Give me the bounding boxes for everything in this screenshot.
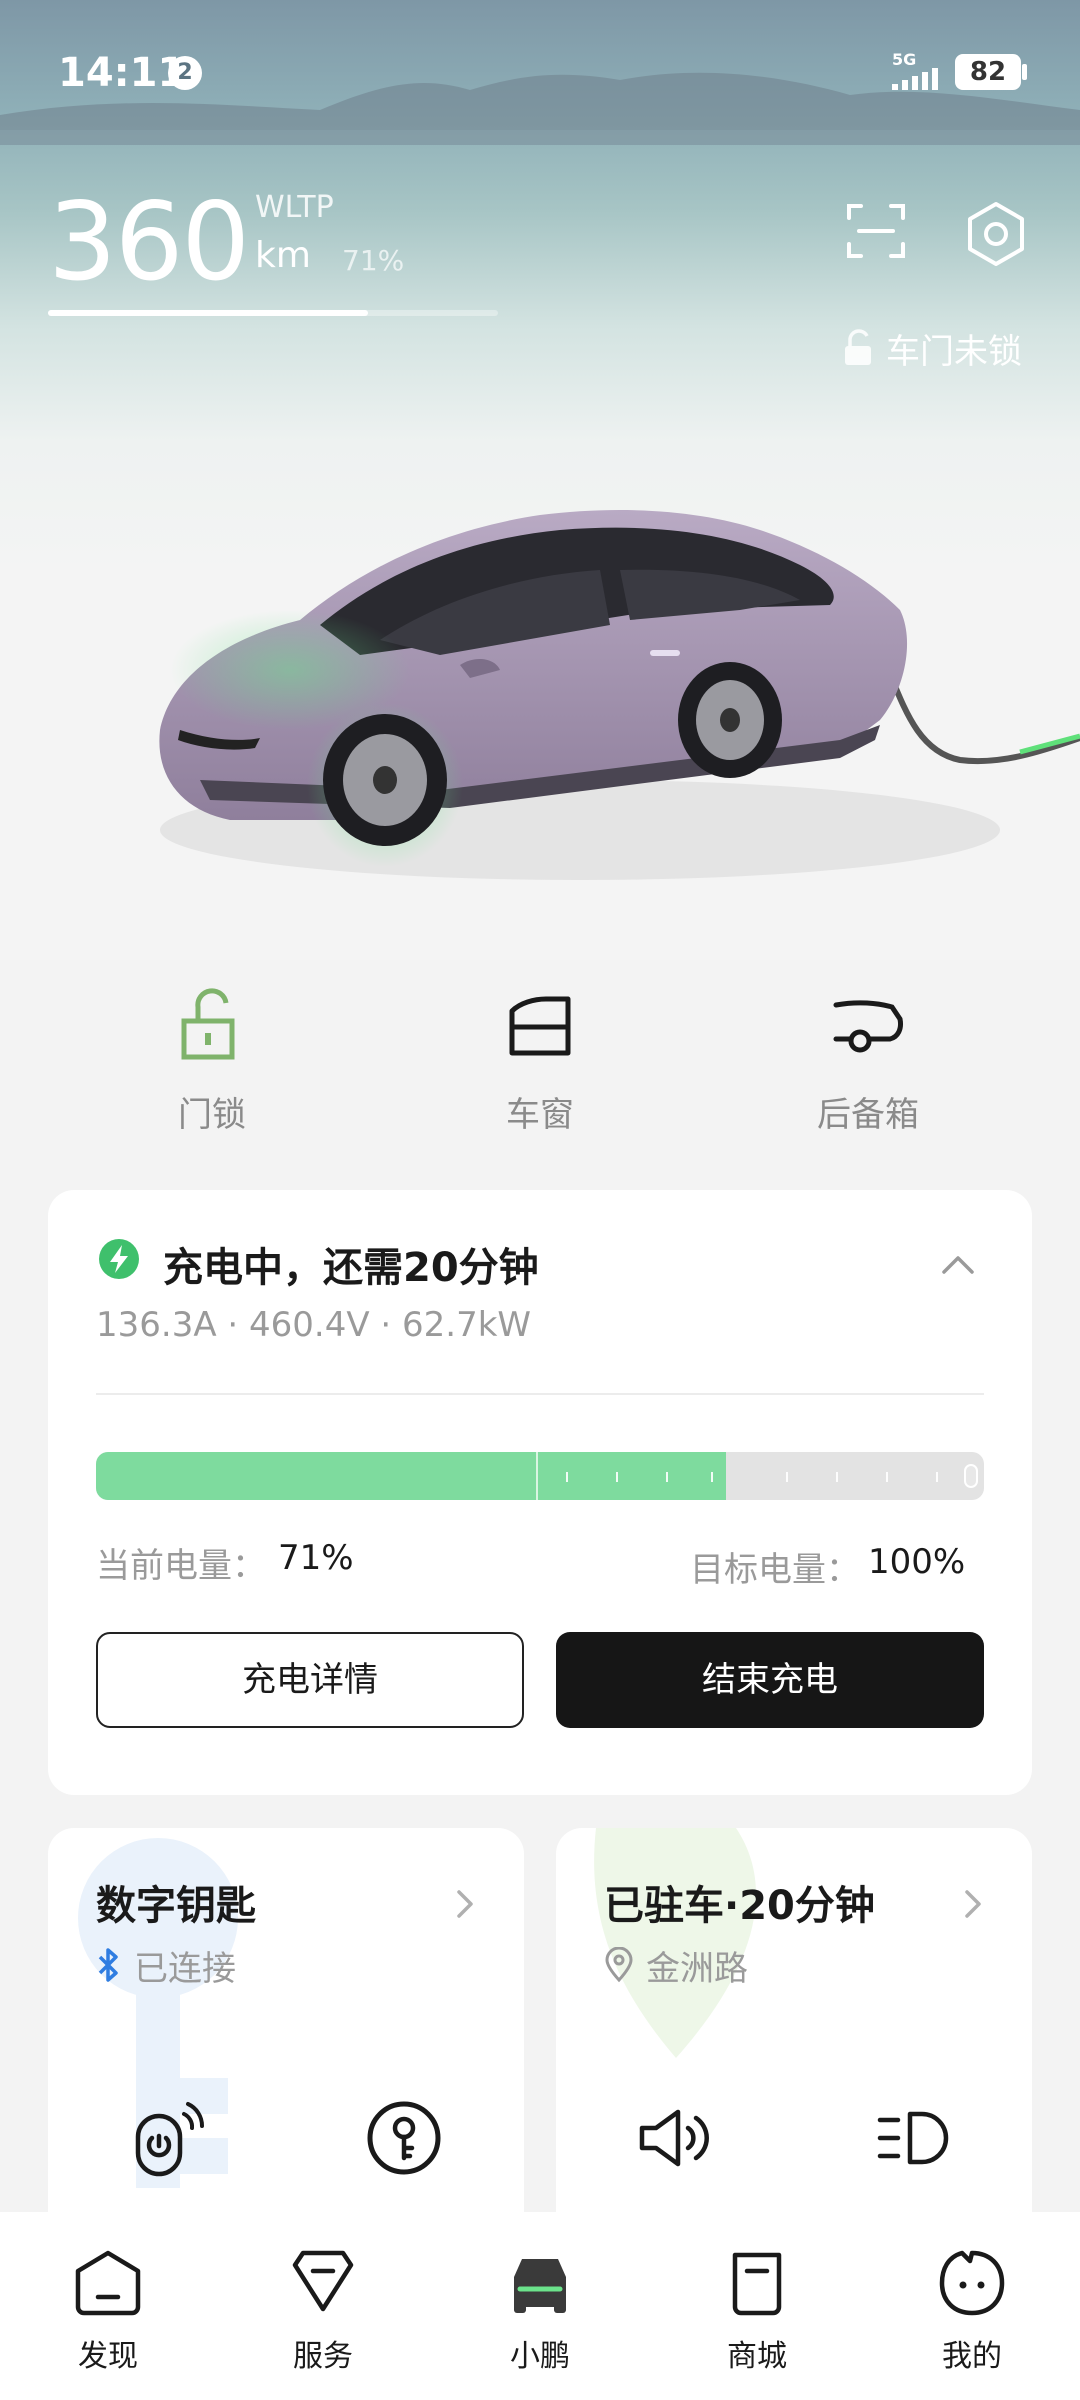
digital-key-status: 已连接 xyxy=(96,1943,236,1989)
nav-mall[interactable]: 商城 xyxy=(692,2247,822,2375)
range-percent: 71% xyxy=(342,244,405,277)
parking-card[interactable]: 已驻车·20分钟 金洲路 xyxy=(556,1828,1032,2268)
door-lock-control[interactable]: 门锁 xyxy=(112,985,312,1136)
card-divider xyxy=(96,1393,984,1395)
target-level-label: 目标电量： xyxy=(690,1550,860,1590)
trunk-icon xyxy=(833,1000,903,1053)
digital-key-title: 数字钥匙 xyxy=(96,1883,256,1929)
battery-indicator: 82 xyxy=(955,54,1021,90)
chevron-up-icon[interactable] xyxy=(938,1250,978,1280)
range-unit: km xyxy=(255,235,311,276)
location-pin-icon xyxy=(605,1947,633,1983)
parking-location: 金洲路 xyxy=(604,1943,748,1989)
bar-tick xyxy=(886,1472,888,1482)
parking-location-text: 金洲路 xyxy=(646,1948,748,1989)
door-status-text: 车门未锁 xyxy=(886,331,1022,372)
horn-speaker-icon[interactable] xyxy=(634,2098,714,2178)
door-lock-label: 门锁 xyxy=(178,1095,246,1135)
charge-marker xyxy=(536,1452,538,1500)
headlight-icon[interactable] xyxy=(872,2098,952,2178)
nav-xpeng[interactable]: 小鹏 xyxy=(475,2247,605,2375)
nav-service[interactable]: 服务 xyxy=(258,2247,388,2375)
network-type: 5G xyxy=(892,50,917,69)
bar-tick xyxy=(786,1472,788,1482)
trunk-label: 后备箱 xyxy=(817,1095,919,1135)
chevron-right-icon xyxy=(457,1890,473,1918)
nav-profile[interactable]: 我的 xyxy=(907,2247,1037,2375)
service-icon xyxy=(292,2250,354,2312)
vehicle-image xyxy=(159,510,1080,880)
parking-title: 已驻车·20分钟 xyxy=(604,1883,875,1929)
unlock-icon xyxy=(181,988,235,1060)
nav-mall-label: 商城 xyxy=(727,2339,787,2374)
unlock-small-icon xyxy=(845,329,871,365)
digital-key-card[interactable]: 数字钥匙 已连接 xyxy=(48,1828,524,2268)
chevron-right-icon xyxy=(965,1890,981,1918)
charging-metrics: 136.3A · 460.4V · 62.7kW xyxy=(96,1305,532,1345)
window-control[interactable]: 车窗 xyxy=(440,985,640,1136)
charge-level-bar[interactable] xyxy=(96,1452,984,1500)
bar-tick xyxy=(836,1472,838,1482)
signal-icon xyxy=(892,68,938,90)
range-standard: WLTP xyxy=(255,190,334,225)
bar-tick xyxy=(711,1472,713,1482)
mall-icon xyxy=(732,2252,782,2316)
remote-start-icon[interactable] xyxy=(128,2098,208,2178)
battery-tip xyxy=(1022,64,1027,80)
trunk-control[interactable]: 后备箱 xyxy=(768,985,968,1136)
bar-tick xyxy=(936,1472,938,1482)
status-time: 14:11 xyxy=(58,50,186,96)
bottom-navigation: 发现 服务 小鹏 商城 我的 xyxy=(0,2212,1080,2400)
window-label: 车窗 xyxy=(506,1095,574,1135)
settings-icon[interactable] xyxy=(962,200,1030,268)
bar-tick xyxy=(566,1472,568,1482)
nav-discover-label: 发现 xyxy=(78,2339,138,2374)
notification-badge: 2 xyxy=(168,56,202,90)
door-status[interactable]: 车门未锁 xyxy=(842,326,1022,372)
current-level-label: 当前电量： xyxy=(96,1546,266,1586)
current-level-value: 71% xyxy=(278,1538,354,1578)
bar-tick xyxy=(666,1472,668,1482)
nav-xpeng-label: 小鹏 xyxy=(510,2339,570,2374)
range-progress-fill xyxy=(48,310,368,316)
charge-level-fill xyxy=(96,1452,727,1500)
charging-title: 充电中，还需20分钟 xyxy=(163,1245,539,1291)
charge-details-button[interactable]: 充电详情 xyxy=(96,1632,524,1728)
digital-key-status-text: 已连接 xyxy=(134,1948,236,1989)
range-progress xyxy=(48,310,498,316)
key-icon[interactable] xyxy=(364,2098,444,2178)
discover-icon xyxy=(75,2250,141,2316)
bluetooth-icon xyxy=(98,1948,118,1982)
nav-profile-label: 我的 xyxy=(942,2339,1002,2374)
scan-icon[interactable] xyxy=(845,200,907,262)
stop-charging-button[interactable]: 结束充电 xyxy=(556,1632,984,1728)
profile-icon xyxy=(939,2250,1005,2316)
nav-service-label: 服务 xyxy=(293,2339,353,2374)
charging-card: 充电中，还需20分钟 136.3A · 460.4V · 62.7kW 当前电量… xyxy=(48,1190,1032,1795)
target-handle[interactable] xyxy=(964,1464,978,1488)
car-icon xyxy=(514,2259,566,2313)
nav-discover[interactable]: 发现 xyxy=(43,2247,173,2375)
bar-tick xyxy=(616,1472,618,1482)
charging-icon xyxy=(99,1239,139,1279)
target-level-value: 100% xyxy=(868,1542,966,1582)
window-icon xyxy=(509,996,571,1056)
range-value: 360 xyxy=(48,180,250,305)
